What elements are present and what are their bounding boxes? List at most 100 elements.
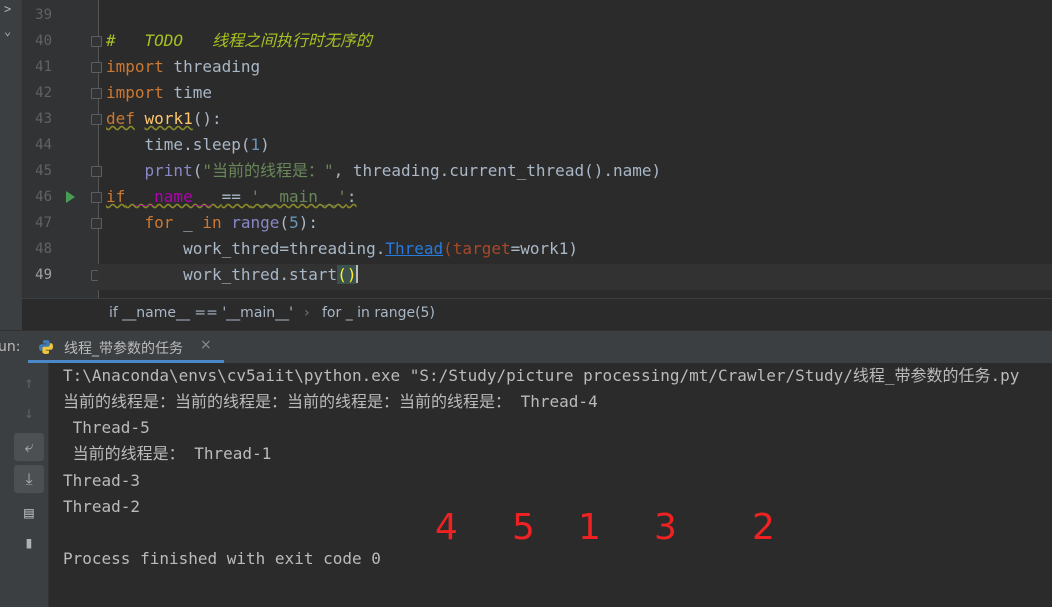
trash-icon[interactable]: ▮ bbox=[14, 529, 44, 557]
close-icon[interactable]: × bbox=[200, 337, 212, 353]
matched-paren: () bbox=[337, 265, 357, 284]
code-line-45: print("当前的线程是：", threading.current_threa… bbox=[106, 158, 662, 184]
code-text: ( bbox=[443, 239, 453, 258]
soft-wrap-icon[interactable]: ⤶ bbox=[14, 433, 44, 461]
console-line: T:\Anaconda\envs\cv5aiit\python.exe "S:/… bbox=[63, 366, 1020, 385]
code-line-46: if __name__ == '__main__': bbox=[106, 184, 356, 210]
console-line: Thread-3 bbox=[63, 471, 141, 490]
string-literal: "当前的线程是：" bbox=[202, 161, 334, 180]
editor-gutter: 39 40 41 42 43 44 45 46 47 48 49 bbox=[22, 0, 102, 298]
line-number: 44 bbox=[35, 137, 52, 153]
code-text: : bbox=[346, 187, 357, 206]
code-text: =work1) bbox=[510, 239, 579, 258]
fold-marker-icon[interactable] bbox=[91, 166, 102, 177]
code-line-47: for _ in range(5): bbox=[106, 210, 318, 236]
scroll-to-end-icon[interactable]: ⤓ bbox=[14, 465, 44, 493]
breadcrumb-item-for-loop[interactable]: for _ in range(5) bbox=[322, 305, 435, 321]
code-text: ( bbox=[279, 213, 290, 232]
fold-marker-icon[interactable] bbox=[91, 192, 102, 203]
breadcrumb: if __name__ == '__main__' › for _ in ran… bbox=[22, 298, 1052, 330]
code-text: ( bbox=[192, 161, 203, 180]
code-line-43: def work1(): bbox=[106, 106, 222, 132]
console-output[interactable]: T:\Anaconda\envs\cv5aiit\python.exe "S:/… bbox=[49, 363, 1052, 607]
line-number-current: 49 bbox=[35, 267, 52, 283]
keyword: import bbox=[106, 57, 164, 76]
console-toolbar: ↑ ↓ ⤶ ⤓ ▤ ▮ bbox=[0, 363, 49, 607]
left-tool-strip: > ⌄ bbox=[0, 0, 23, 330]
line-number: 39 bbox=[35, 7, 52, 23]
code-line-42: import time bbox=[106, 80, 212, 106]
todo-comment: # TODO 线程之间执行时无序的 bbox=[106, 31, 372, 50]
builtin: print bbox=[144, 161, 193, 180]
fold-marker-icon[interactable] bbox=[91, 62, 102, 73]
code-text: == bbox=[221, 187, 251, 206]
console-line: Thread-5 bbox=[63, 418, 150, 437]
line-number: 41 bbox=[35, 59, 52, 75]
print-icon[interactable]: ▤ bbox=[14, 499, 44, 527]
annotation-number: 4 bbox=[435, 507, 458, 548]
code-line-48: work_thred=threading.Thread(target=work1… bbox=[106, 236, 578, 262]
chevron-right-icon[interactable]: > bbox=[4, 2, 11, 16]
console-line: Process finished with exit code 0 bbox=[63, 549, 381, 568]
tab-title: 线程_带参数的任务 bbox=[64, 341, 183, 357]
string-literal: '__main__' bbox=[250, 187, 347, 206]
annotation-number: 3 bbox=[654, 507, 677, 548]
line-number: 43 bbox=[35, 111, 52, 127]
python-icon bbox=[39, 340, 53, 354]
code-line-49: work_thred.start() bbox=[106, 262, 359, 288]
fold-marker-icon[interactable] bbox=[91, 218, 102, 229]
function-name: work1 bbox=[144, 109, 193, 128]
code-line-41: import threading bbox=[106, 54, 260, 80]
annotation-number: 1 bbox=[578, 507, 601, 548]
fold-marker-icon[interactable] bbox=[91, 88, 102, 99]
chevron-down-icon[interactable]: ⌄ bbox=[4, 24, 11, 38]
breadcrumb-separator-icon: › bbox=[304, 305, 310, 321]
code-text: time.sleep( bbox=[106, 135, 251, 154]
annotation-number: 5 bbox=[512, 507, 535, 548]
run-gutter-icon[interactable] bbox=[66, 191, 75, 203]
line-number: 42 bbox=[35, 85, 52, 101]
keyword: import bbox=[106, 83, 164, 102]
dunder-name: __name__ bbox=[125, 187, 222, 206]
fold-marker-icon[interactable] bbox=[91, 36, 102, 47]
line-number: 45 bbox=[35, 163, 52, 179]
code-text: threading bbox=[163, 57, 261, 76]
line-number: 46 bbox=[35, 189, 52, 205]
class-reference-link[interactable]: Thread bbox=[385, 239, 443, 258]
code-text: ): bbox=[298, 213, 318, 232]
run-tool-window-header: un: 线程_带参数的任务 × bbox=[0, 330, 1052, 364]
code-text: (): bbox=[192, 109, 222, 128]
annotation-number: 2 bbox=[752, 507, 775, 548]
tab-run-config[interactable]: 线程_带参数的任务 × bbox=[28, 331, 224, 363]
breadcrumb-item-if-main[interactable]: if __name__ == '__main__' bbox=[109, 305, 293, 321]
code-editor[interactable]: 39 40 41 42 43 44 45 46 47 48 49 # TODO … bbox=[22, 0, 1052, 298]
console-line: 当前的线程是：当前的线程是：当前的线程是：当前的线程是： Thread-4 bbox=[63, 392, 598, 411]
keyword: for bbox=[144, 213, 174, 232]
line-number: 47 bbox=[35, 215, 52, 231]
code-line-44: time.sleep(1) bbox=[106, 132, 270, 158]
builtin: range bbox=[231, 213, 280, 232]
code-text: _ bbox=[173, 213, 203, 232]
code-text: work_thred.start bbox=[106, 265, 338, 284]
arrow-up-icon[interactable]: ↑ bbox=[14, 369, 44, 397]
line-number: 48 bbox=[35, 241, 52, 257]
keyword: if bbox=[106, 187, 126, 206]
keyword-argument: target bbox=[452, 239, 511, 258]
line-number: 40 bbox=[35, 33, 52, 49]
console-line: 当前的线程是： Thread-1 bbox=[63, 444, 272, 463]
code-line-40: # TODO 线程之间执行时无序的 bbox=[106, 28, 372, 54]
console-line: Thread-2 bbox=[63, 497, 141, 516]
code-text: time bbox=[163, 83, 212, 102]
number-literal: 1 bbox=[250, 135, 261, 154]
keyword: in bbox=[202, 213, 222, 232]
text-caret bbox=[356, 265, 359, 283]
keyword: def bbox=[106, 109, 135, 128]
arrow-down-icon[interactable]: ↓ bbox=[14, 399, 44, 427]
run-label: un: bbox=[0, 339, 21, 355]
number-literal: 5 bbox=[289, 213, 299, 232]
code-text: work_thred=threading. bbox=[106, 239, 386, 258]
fold-marker-icon[interactable] bbox=[91, 114, 102, 125]
